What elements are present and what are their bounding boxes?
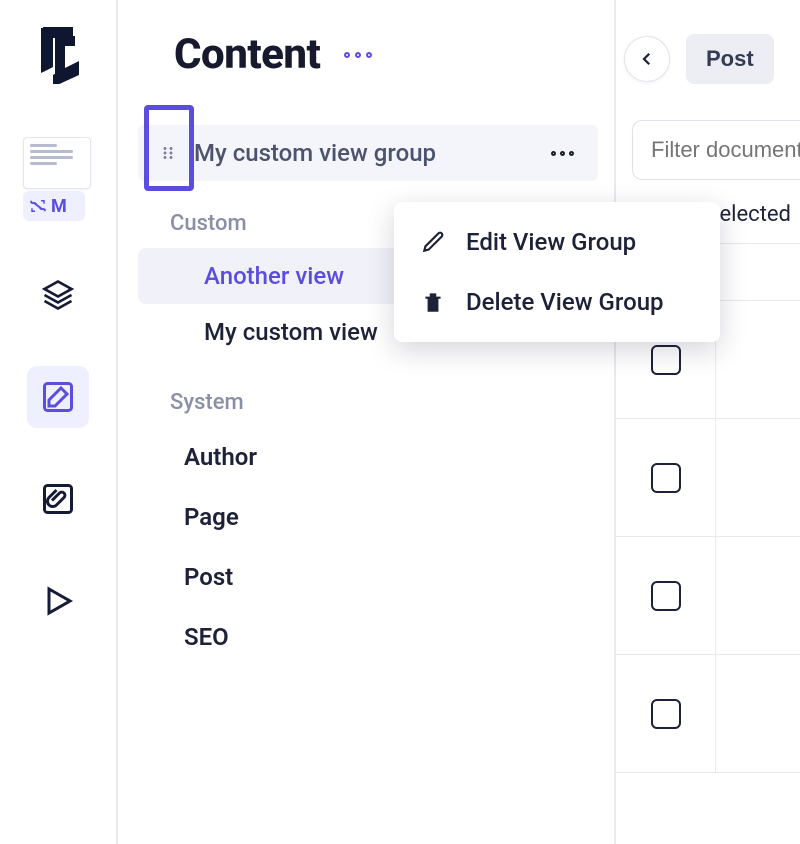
row-checkbox[interactable] bbox=[651, 463, 681, 493]
nav-models-thumbnail[interactable]: M bbox=[23, 134, 93, 224]
play-icon bbox=[40, 583, 76, 619]
nav-media[interactable] bbox=[27, 468, 89, 530]
system-item-author[interactable]: Author bbox=[118, 427, 614, 487]
nav-layers[interactable] bbox=[27, 264, 89, 326]
back-button[interactable] bbox=[624, 36, 670, 82]
system-item-page[interactable]: Page bbox=[118, 487, 614, 547]
row-checkbox[interactable] bbox=[651, 345, 681, 375]
documents-panel: Post 0 items selected bbox=[616, 0, 800, 844]
system-item-post[interactable]: Post bbox=[118, 547, 614, 607]
filter-documents-input[interactable] bbox=[632, 120, 800, 180]
table-row bbox=[616, 655, 800, 773]
system-section-label: System bbox=[118, 390, 614, 415]
drag-handle-icon[interactable] bbox=[148, 144, 188, 162]
view-group-row[interactable]: My custom view group bbox=[138, 125, 598, 181]
view-group-more-button[interactable] bbox=[545, 145, 580, 162]
app-logo bbox=[35, 26, 81, 84]
icon-sidebar: M bbox=[0, 0, 118, 844]
chevron-left-icon bbox=[638, 50, 656, 68]
nav-play[interactable] bbox=[27, 570, 89, 632]
menu-delete-label: Delete View Group bbox=[466, 288, 664, 316]
table-row bbox=[616, 419, 800, 537]
menu-delete-view-group[interactable]: Delete View Group bbox=[394, 272, 720, 332]
thumbnail-preview bbox=[23, 137, 91, 189]
view-group-context-menu: Edit View Group Delete View Group bbox=[394, 202, 720, 342]
trash-icon bbox=[420, 289, 446, 315]
row-checkbox[interactable] bbox=[651, 699, 681, 729]
edit-square-icon bbox=[40, 379, 76, 415]
model-badge: M bbox=[23, 191, 85, 221]
menu-edit-view-group[interactable]: Edit View Group bbox=[394, 212, 720, 272]
content-panel: Content My custom view group Custom Anot… bbox=[118, 0, 616, 844]
menu-edit-label: Edit View Group bbox=[466, 228, 636, 256]
view-group-title: My custom view group bbox=[194, 139, 545, 167]
layers-icon bbox=[40, 277, 76, 313]
model-badge-letter: M bbox=[51, 196, 67, 217]
page-more-button[interactable] bbox=[338, 46, 378, 64]
nav-content[interactable] bbox=[27, 366, 89, 428]
table-row bbox=[616, 537, 800, 655]
page-title: Content bbox=[174, 30, 320, 79]
post-type-button[interactable]: Post bbox=[686, 34, 774, 84]
attachment-square-icon bbox=[40, 481, 76, 517]
row-checkbox[interactable] bbox=[651, 581, 681, 611]
pencil-icon bbox=[420, 229, 446, 255]
system-item-seo[interactable]: SEO bbox=[118, 607, 614, 667]
